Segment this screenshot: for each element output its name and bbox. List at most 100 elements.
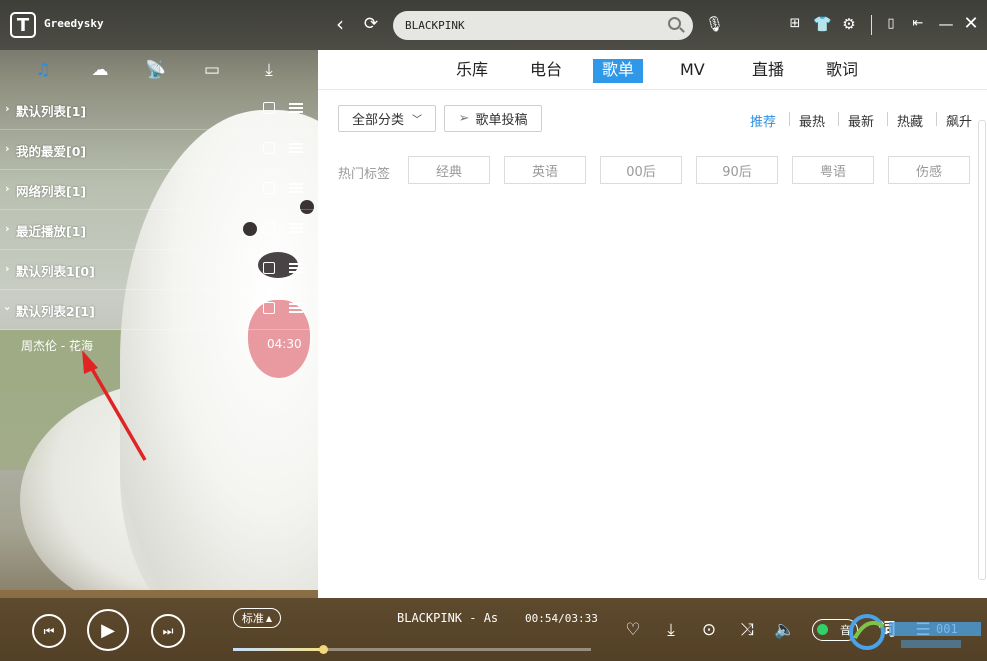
- share-icon[interactable]: [263, 222, 275, 234]
- expand-icon[interactable]: ›: [5, 102, 10, 115]
- collapse-caret-icon[interactable]: ›: [1, 306, 14, 311]
- radio-icon[interactable]: 📡: [144, 58, 168, 82]
- scrollbar[interactable]: [978, 120, 986, 580]
- share-icon[interactable]: [263, 182, 275, 194]
- playlist-name: 默认列表[1]: [16, 104, 87, 119]
- collapse-icon[interactable]: ⇤: [909, 15, 927, 33]
- menu-icon[interactable]: [289, 263, 303, 273]
- tab-playlist[interactable]: 歌单: [593, 59, 644, 83]
- download-icon[interactable]: ⤓: [660, 619, 682, 641]
- shuffle-icon[interactable]: ⤨: [736, 619, 758, 641]
- app-logo: T: [10, 12, 36, 38]
- song-item[interactable]: 周杰伦 - 花海 04:30: [0, 334, 318, 356]
- download-icon[interactable]: ⤓: [257, 58, 281, 82]
- tag-cantonese[interactable]: 粤语: [792, 156, 874, 184]
- play-button[interactable]: ▶: [87, 609, 129, 651]
- tag-classic[interactable]: 经典: [408, 156, 490, 184]
- back-icon[interactable]: ‹: [330, 14, 350, 36]
- minimize-icon[interactable]: —: [937, 15, 955, 33]
- sidebar: ♫ ☁ 📡 ▭ ⤓ › 默认列表[1] › 我的最爱[0] › 网络列表[1] …: [0, 50, 318, 598]
- menu-icon[interactable]: [289, 303, 303, 313]
- heart-icon[interactable]: ♡: [622, 619, 644, 641]
- sidebar-icon-bar: ♫ ☁ 📡 ▭ ⤓: [0, 50, 318, 90]
- tab-lyrics[interactable]: 歌词: [826, 59, 858, 83]
- divider: [838, 112, 839, 126]
- cloud-icon[interactable]: ☁: [88, 58, 112, 82]
- expand-icon[interactable]: ›: [5, 142, 10, 155]
- share-icon[interactable]: [263, 262, 275, 274]
- menu-icon[interactable]: [289, 183, 303, 193]
- playlist-name: 我的最爱[0]: [16, 144, 87, 159]
- sort-collected[interactable]: 热藏: [897, 111, 923, 130]
- search-icon[interactable]: [668, 17, 681, 30]
- tab-radio[interactable]: 电台: [530, 59, 562, 83]
- music-note-icon[interactable]: ♫: [31, 58, 55, 82]
- menu-icon[interactable]: [289, 103, 303, 113]
- tab-mv[interactable]: MV: [680, 59, 705, 83]
- sort-recommend[interactable]: 推荐: [750, 111, 776, 130]
- expand-icon[interactable]: ›: [5, 262, 10, 275]
- divider: [887, 112, 888, 126]
- caret-up-icon: ▲: [265, 613, 273, 623]
- song-duration: 04:30: [267, 337, 302, 351]
- refresh-icon[interactable]: ⟳: [361, 14, 381, 36]
- site-watermark: [849, 614, 981, 650]
- search-input[interactable]: BLACKPINK: [393, 11, 693, 40]
- volume-icon[interactable]: 🔈: [774, 619, 796, 641]
- share-icon[interactable]: [263, 102, 275, 114]
- playlist-row[interactable]: › 网络列表[1]: [0, 170, 318, 210]
- play-time: 00:54/03:33: [525, 612, 598, 625]
- sort-newest[interactable]: 最新: [848, 111, 874, 130]
- previous-button[interactable]: ⏮: [32, 614, 66, 648]
- playlist-row[interactable]: › 我的最爱[0]: [0, 130, 318, 170]
- tag-00s[interactable]: 00后: [600, 156, 682, 184]
- progress-fill: [233, 648, 323, 651]
- playlist-name: 最近播放[1]: [16, 224, 87, 239]
- grid-icon[interactable]: ⊞: [786, 15, 804, 33]
- menu-icon[interactable]: [289, 223, 303, 233]
- tag-english[interactable]: 英语: [504, 156, 586, 184]
- menu-icon[interactable]: [289, 143, 303, 153]
- playlist-row[interactable]: › 默认列表[1]: [0, 90, 318, 130]
- send-icon: ➢: [458, 111, 470, 126]
- mini-mode-icon[interactable]: ▯: [882, 15, 900, 33]
- tab-library[interactable]: 乐库: [456, 59, 488, 83]
- share-icon[interactable]: [263, 142, 275, 154]
- playlist-name: 网络列表[1]: [16, 184, 87, 199]
- playlist-name: 默认列表2[1]: [16, 304, 95, 319]
- hot-tags-label: 热门标签: [338, 167, 391, 182]
- sort-rising[interactable]: 飙升: [946, 111, 972, 130]
- tag-sad[interactable]: 伤感: [888, 156, 970, 184]
- sort-hottest[interactable]: 最热: [799, 111, 825, 130]
- device-icon[interactable]: ▭: [200, 58, 224, 82]
- expand-icon[interactable]: ›: [5, 222, 10, 235]
- progress-bar[interactable]: [233, 645, 591, 654]
- skin-icon[interactable]: 👕: [813, 15, 832, 33]
- quality-label: 标准: [241, 612, 264, 625]
- tag-90s[interactable]: 90后: [696, 156, 778, 184]
- settings-icon[interactable]: ⚙: [840, 15, 858, 33]
- category-dropdown[interactable]: 全部分类 ﹀: [338, 105, 436, 132]
- expand-icon[interactable]: ›: [5, 182, 10, 195]
- more-icon[interactable]: ⊙: [698, 619, 720, 641]
- playlist-row[interactable]: › 最近播放[1]: [0, 210, 318, 250]
- category-label: 全部分类: [351, 113, 404, 128]
- next-button[interactable]: ⏭: [151, 614, 185, 648]
- playlist-row[interactable]: › 默认列表1[0]: [0, 250, 318, 290]
- title-bar: T Greedysky ‹ ⟳ BLACKPINK 🎙 ⊞ 👕 ⚙ ▯ ⇤ — …: [0, 0, 987, 50]
- progress-handle[interactable]: [318, 645, 328, 654]
- playlist-name: 默认列表1[0]: [16, 264, 95, 279]
- previous-icon: ⏮: [43, 623, 55, 638]
- now-playing-title: BLACKPINK - As: [397, 611, 499, 625]
- submit-playlist-button[interactable]: ➢ 歌单投稿: [444, 105, 542, 132]
- quality-selector[interactable]: 标准 ▲: [233, 608, 281, 628]
- divider: [789, 112, 790, 126]
- share-icon[interactable]: [263, 302, 275, 314]
- playlist-row[interactable]: › 默认列表2[1]: [0, 290, 318, 330]
- microphone-icon[interactable]: 🎙: [705, 15, 724, 33]
- close-icon[interactable]: ✕: [962, 15, 980, 33]
- player-bar: ⏮ ▶ ⏭ 标准 ▲ BLACKPINK - As 00:54/03:33 ♡ …: [0, 598, 987, 661]
- chevron-down-icon: ﹀: [412, 115, 422, 126]
- divider: [936, 112, 937, 126]
- tab-live[interactable]: 直播: [752, 59, 784, 83]
